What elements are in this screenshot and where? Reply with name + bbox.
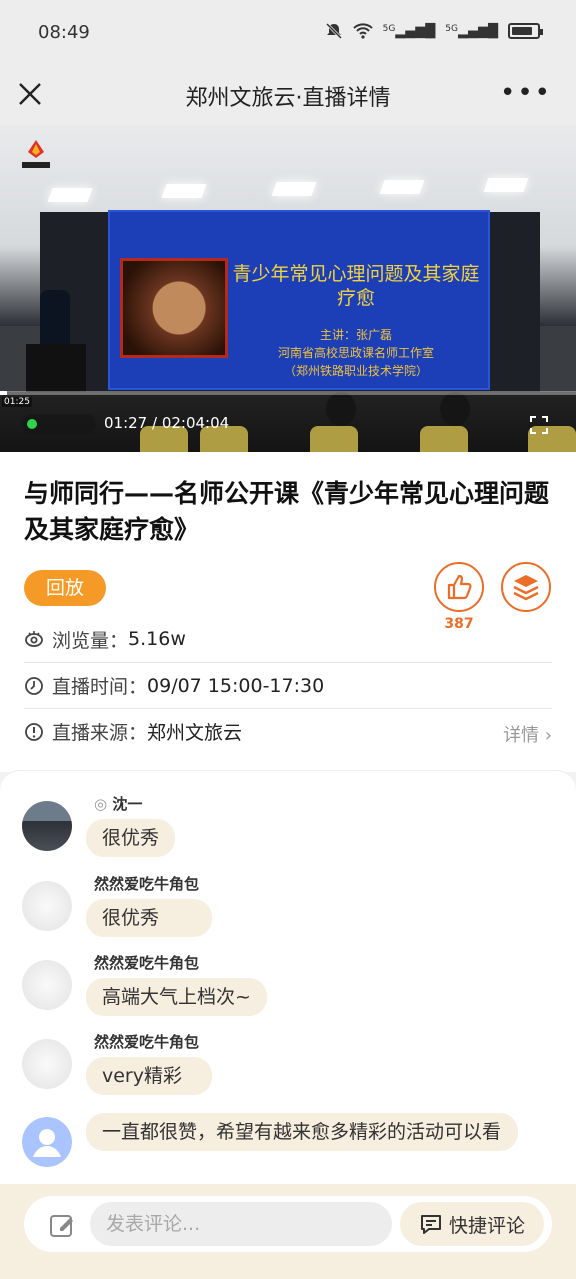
views-value: 5.16w [128,628,186,650]
comment-user: 然然爱吃牛角包 [94,1033,200,1051]
time-value: 09/07 15:00-17:30 [147,674,325,697]
avatar[interactable] [22,801,72,851]
screen-title: 青少年常见心理问题及其家庭疗愈 [232,263,480,309]
comment-bubble: 很优秀 [86,899,212,937]
screen-school: （郑州铁路职业技术学院） [283,364,428,378]
video-preview-time: 01:25 [2,397,32,407]
views-row: 浏览量： 5.16w [24,616,552,662]
avatar[interactable] [22,1039,72,1089]
status-icons: 5G▂▄▆█ 5G▂▄▆█ [325,22,543,40]
comment-user: 然然爱吃牛角包 [94,954,200,972]
audience-head [326,392,356,426]
video-time: 01:27 / 02:04:04 [104,414,230,432]
chevron-right-icon: › [544,725,552,746]
quick-comment-button[interactable]: 快捷评论 [400,1202,544,1246]
status-time: 08:49 [38,22,90,43]
mute-bell-icon [325,22,342,40]
comment-bubble: very精彩 [86,1057,212,1095]
comment-user: ◎ 沈一 [94,793,142,814]
like-button[interactable] [434,562,484,612]
views-label: 浏览量： [52,629,129,652]
detail-link[interactable]: 详情 › [503,721,552,747]
edit-icon[interactable] [48,1211,76,1239]
ceiling-light [47,188,93,202]
comment-input[interactable] [90,1202,392,1246]
avatar[interactable] [22,960,72,1010]
time-label: 直播时间： [52,676,148,698]
avatar[interactable] [22,881,72,931]
live-info-panel: 与师同行——名师公开课《青少年常见心理问题及其家庭疗愈》 回放 387 浏览量：… [0,452,576,772]
video-player[interactable]: 青少年常见心理问题及其家庭疗愈 主讲：张广磊 河南省高校思政课名师工作室 （郑州… [0,126,576,452]
avatar[interactable] [22,1117,72,1167]
fullscreen-icon[interactable] [530,416,548,434]
signal-5g-icon-2: 5G▂▄▆█ [445,23,498,39]
quick-comment-label: 快捷评论 [448,1214,525,1237]
seat [310,426,358,452]
source-label: 直播来源： [52,722,148,744]
seat [420,426,468,452]
screen-subtitle: 主讲：张广磊 河南省高校思政课名师工作室 （郑州铁路职业技术学院） [230,326,482,380]
comment-bubble: 高端大气上档次~ [86,978,267,1016]
projection-screen: 青少年常见心理问题及其家庭疗愈 主讲：张广磊 河南省高校思政课名师工作室 （郑州… [108,210,490,390]
ceiling-light [161,184,207,198]
screen-artwork [120,258,228,358]
comment-footer: 快捷评论 [0,1184,576,1279]
live-title: 与师同行——名师公开课《青少年常见心理问题及其家庭疗愈》 [24,479,550,544]
screen-presenter: 主讲：张广磊 [319,328,392,342]
thumbs-up-icon [447,574,472,600]
audience-head [440,392,470,426]
footer-card: 快捷评论 [24,1196,552,1252]
chat-icon [420,1215,441,1234]
time-row: 直播时间： 09/07 15:00-17:30 [24,662,552,708]
info-icon [25,722,43,741]
video-progress-bar[interactable] [0,391,576,395]
ceiling-light [483,178,529,192]
layers-icon [513,575,539,601]
default-user-icon [22,1117,72,1167]
page-title: 郑州文旅云·直播详情 [185,86,391,111]
clock-icon [25,676,43,695]
video-progress-fill [0,391,7,395]
source-row: 直播来源： 郑州文旅云 详情 › [24,708,552,754]
status-bar: 08:49 5G▂▄▆█ 5G▂▄▆█ [0,0,576,64]
live-dot-icon [27,419,37,429]
comment-bubble: 很优秀 [86,819,176,857]
video-seek-pill[interactable] [22,414,96,434]
signal-5g-icon: 5G▂▄▆█ [382,23,436,39]
ceiling-light [271,182,317,196]
more-icon[interactable]: ••• [500,78,552,108]
comment-user: 然然爱吃牛角包 [94,875,200,893]
ceiling-light [379,180,425,194]
detail-link-label: 详情 [503,725,540,746]
channel-logo-icon [22,140,50,168]
comment-bubble: 一直都很赞，希望有越来愈多精彩的活动可以看 [86,1113,518,1151]
eye-icon [25,631,43,647]
wifi-icon [352,23,373,39]
replay-badge[interactable]: 回放 [24,570,106,606]
comment-list[interactable]: ◎ 沈一 很优秀 然然爱吃牛角包 很优秀 然然爱吃牛角包 高端大气上档次~ 然然… [0,770,576,1190]
source-value: 郑州文旅云 [147,722,243,744]
screen-org: 河南省高校思政课名师工作室 [277,346,434,360]
user-prefix-icon: ◎ [94,795,108,813]
battery-icon [508,23,543,39]
nav-bar: 郑州文旅云·直播详情 ••• [0,64,576,126]
comment-user-name: 沈一 [112,795,143,813]
layers-button[interactable] [501,562,551,612]
